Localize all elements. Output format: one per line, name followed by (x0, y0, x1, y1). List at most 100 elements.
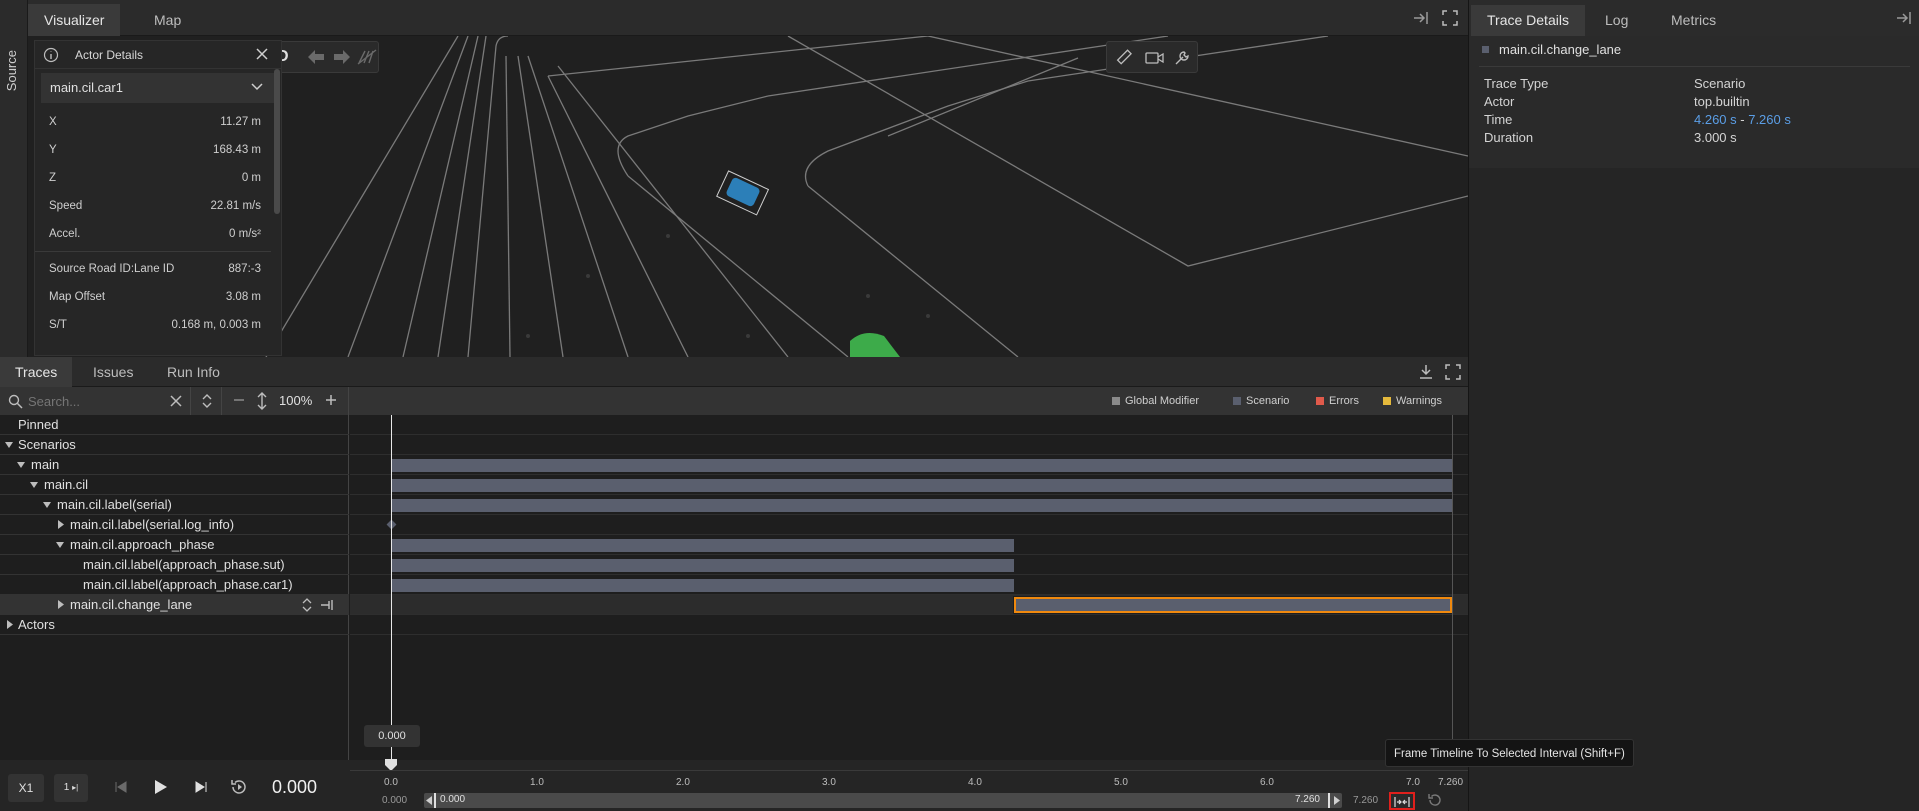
trace-bar-main[interactable] (392, 459, 1452, 472)
replay-icon[interactable] (230, 778, 248, 796)
close-icon[interactable] (255, 47, 269, 61)
caret-right-icon[interactable] (6, 620, 14, 629)
timeline-row (350, 495, 1468, 515)
divider (35, 251, 271, 252)
expand-icon[interactable] (301, 598, 313, 612)
ego-car[interactable] (716, 170, 770, 216)
tab-log[interactable]: Log (1589, 5, 1644, 36)
range-left-handle[interactable] (434, 793, 436, 808)
fullscreen-icon[interactable] (1445, 364, 1461, 380)
trace-bar-change-lane[interactable] (1013, 596, 1453, 614)
tab-map[interactable]: Map (138, 4, 197, 36)
tab-metrics[interactable]: Metrics (1655, 5, 1732, 36)
trace-timeline[interactable]: 0.000 (350, 415, 1468, 760)
tree-row-main[interactable]: main (0, 455, 349, 475)
row-height-icon[interactable] (256, 392, 268, 410)
range-right-value: 7.260 (1294, 794, 1320, 805)
frame-selected-interval-button[interactable] (1389, 792, 1415, 810)
actor-label: Actor (1484, 94, 1515, 109)
tree-row-approach-phase-sut[interactable]: main.cil.label(approach_phase.sut) (0, 555, 349, 575)
source-label[interactable]: Source (4, 50, 19, 91)
caret-right-icon[interactable] (57, 600, 65, 609)
scrollbar[interactable] (274, 69, 280, 214)
tab-traces[interactable]: Traces (0, 357, 73, 387)
other-car[interactable] (850, 332, 900, 357)
trace-bar-approach-phase-car1[interactable] (392, 579, 1014, 592)
pin-icon[interactable] (320, 599, 334, 611)
actor-row-map-offset: Map Offset 3.08 m (49, 291, 261, 303)
time-label: Time (1484, 112, 1513, 127)
tree-row-pinned[interactable]: Pinned (0, 415, 349, 435)
divider (1479, 66, 1910, 67)
reset-zoom-icon[interactable] (1427, 792, 1443, 808)
collapse-panel-icon[interactable] (1412, 10, 1430, 26)
legend-swatch (1233, 397, 1241, 405)
range-slider[interactable]: 0.000 7.260 (424, 793, 1342, 808)
search-input[interactable] (28, 391, 158, 411)
actor-row-accel: Accel. 0 m/s² (49, 228, 261, 240)
tab-run-info[interactable]: Run Info (152, 357, 235, 387)
actor-row-lane: Source Road ID:Lane ID 887:-3 (49, 263, 261, 275)
tab-visualizer[interactable]: Visualizer (28, 4, 121, 36)
skip-start-icon[interactable] (114, 780, 128, 794)
camera-icon[interactable] (1145, 50, 1165, 66)
range-right-handle[interactable] (1328, 793, 1330, 808)
tree-row-main-cil[interactable]: main.cil (0, 475, 349, 495)
tab-issues[interactable]: Issues (78, 357, 148, 387)
range-start-label: 0.000 (382, 795, 408, 806)
skip-end-icon[interactable] (194, 780, 208, 794)
source-panel-strip[interactable]: Source (0, 0, 28, 357)
time-value: 4.260 s - 7.260 s (1694, 112, 1791, 127)
timeline-row (350, 415, 1468, 435)
fullscreen-icon[interactable] (1442, 10, 1458, 26)
arrow-left-icon[interactable] (307, 49, 325, 65)
collapse-right-panel-icon[interactable] (1895, 10, 1913, 26)
tree-row-approach-phase-car1[interactable]: main.cil.label(approach_phase.car1) (0, 575, 349, 595)
arrow-right-icon[interactable] (333, 49, 351, 65)
tree-row-scenarios[interactable]: Scenarios (0, 435, 349, 455)
download-icon[interactable] (1418, 364, 1434, 380)
play-icon[interactable] (152, 779, 168, 795)
caret-down-icon[interactable] (30, 481, 38, 489)
time-end-link[interactable]: 7.260 s (1748, 112, 1791, 127)
tree-row-approach-phase[interactable]: main.cil.approach_phase (0, 535, 349, 555)
caret-right-icon[interactable] (57, 520, 65, 529)
caret-down-icon[interactable] (43, 501, 51, 509)
caret-right-icon[interactable] (1334, 796, 1340, 805)
trace-bar-approach-phase-sut[interactable] (392, 559, 1014, 572)
zoom-in-icon[interactable] (324, 393, 338, 407)
step-size-button[interactable]: 1 ▸| (54, 774, 88, 802)
tab-trace-details[interactable]: Trace Details (1471, 5, 1585, 36)
caret-down-icon[interactable] (17, 461, 25, 469)
caret-down-icon[interactable] (56, 541, 64, 549)
tree-row-label-serial-log-info[interactable]: main.cil.label(serial.log_info) (0, 515, 349, 535)
time-start-link[interactable]: 4.260 s (1694, 112, 1737, 127)
playhead-line[interactable] (391, 415, 392, 760)
zoom-out-icon[interactable] (232, 393, 246, 407)
wrench-icon[interactable] (1173, 49, 1191, 67)
tree-row-change-lane[interactable]: main.cil.change_lane (0, 595, 349, 615)
expand-collapse-all-button[interactable] (190, 387, 222, 415)
right-panel: Trace Details Log Metrics main.cil.chang… (1468, 0, 1919, 811)
tree-row-label-serial[interactable]: main.cil.label(serial) (0, 495, 349, 515)
tooltip: Frame Timeline To Selected Interval (Shi… (1385, 739, 1634, 767)
caret-left-icon[interactable] (426, 796, 432, 805)
frame-interval-icon (1394, 797, 1410, 807)
lanes-toggle-icon[interactable] (357, 49, 377, 65)
ruler-icon[interactable] (1115, 49, 1133, 67)
actor-select[interactable]: main.cil.car1 (41, 73, 275, 103)
timeline-row (350, 455, 1468, 475)
bottom-tabbar: Traces Issues Run Info (0, 357, 1468, 387)
tick-label: 4.0 (968, 777, 982, 788)
playback-speed-button[interactable]: X1 (8, 774, 44, 802)
ruler-line (350, 770, 1468, 771)
caret-down-icon[interactable] (5, 441, 13, 449)
legend-swatch (1112, 397, 1120, 405)
trace-bar-main-cil[interactable] (392, 479, 1452, 492)
tree-row-actors[interactable]: Actors (0, 615, 349, 635)
trace-bar-approach-phase[interactable] (392, 539, 1014, 552)
trace-bar-label-serial[interactable] (392, 499, 1452, 512)
timeline-row (350, 535, 1468, 555)
timeline-row (350, 595, 1468, 615)
clear-search-icon[interactable] (170, 395, 182, 407)
